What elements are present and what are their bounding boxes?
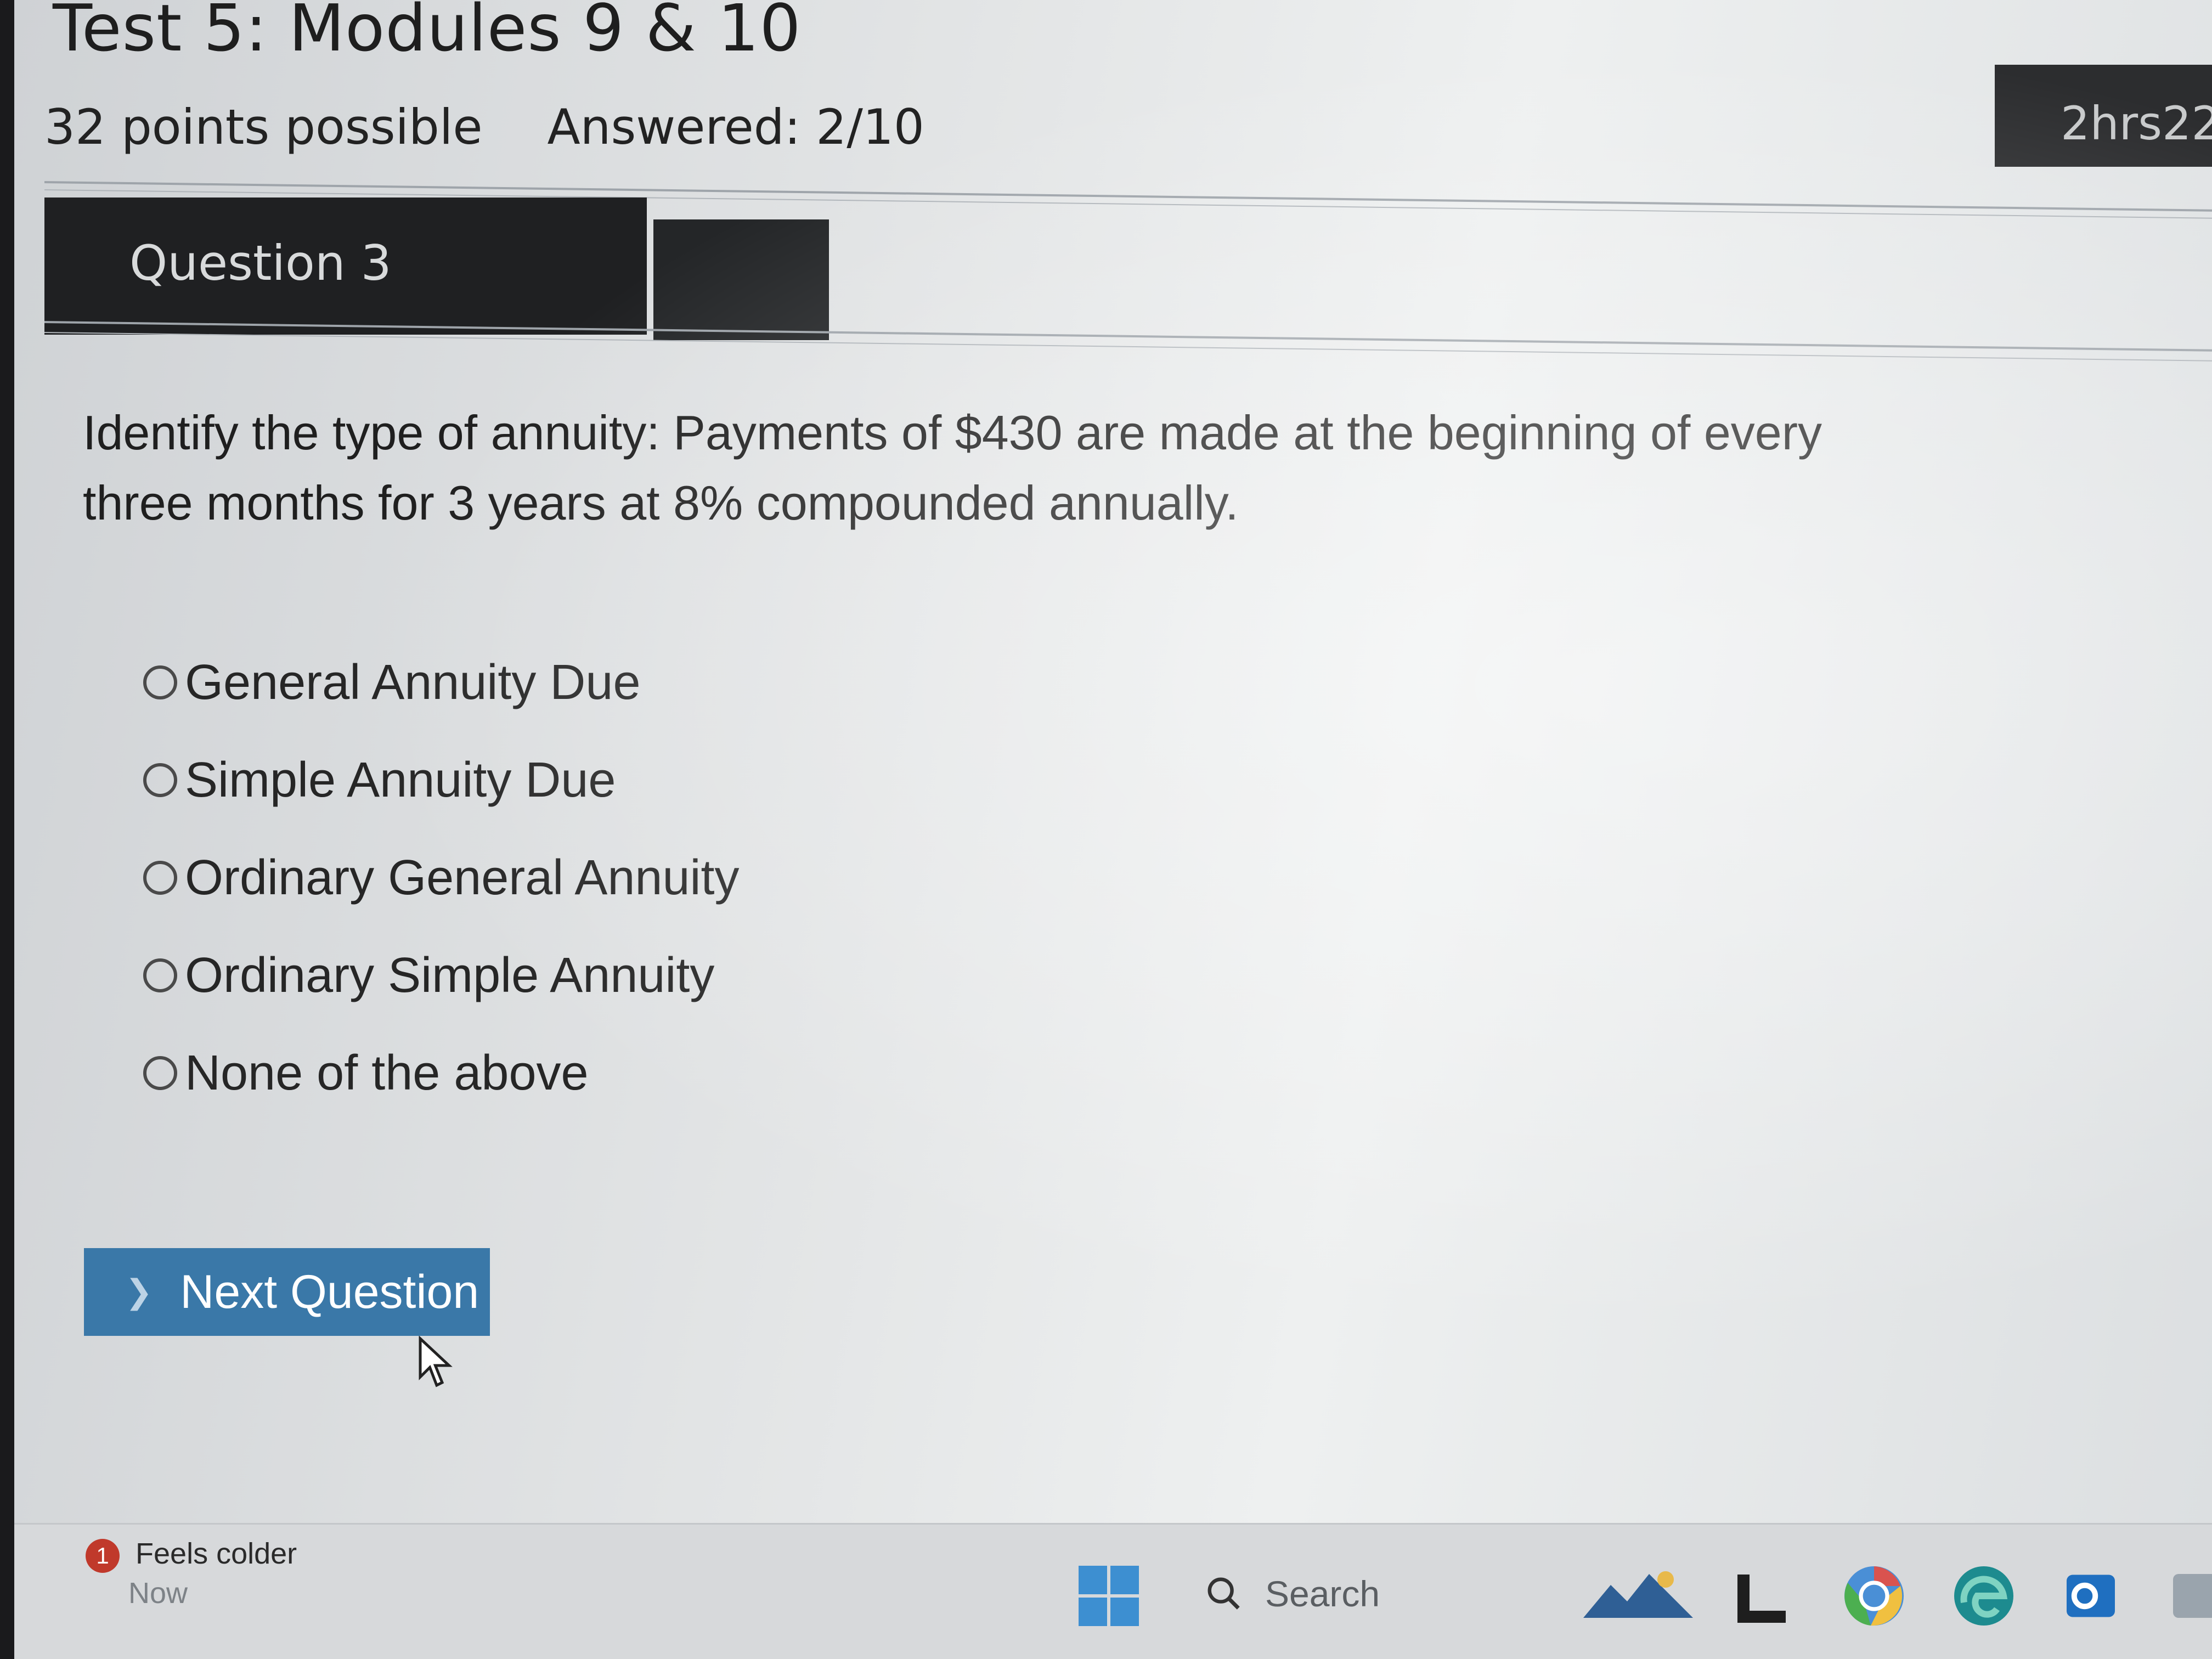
- tab-secondary[interactable]: [653, 219, 829, 340]
- file-explorer-icon[interactable]: [1731, 1568, 1792, 1629]
- option-label: Simple Annuity Due: [185, 752, 616, 808]
- option-label: Ordinary Simple Annuity: [185, 947, 715, 1003]
- test-title: Test 5: Modules 9 & 10: [53, 0, 802, 66]
- mouse-pointer-icon: [419, 1336, 453, 1387]
- landscape-widget-icon[interactable]: [1583, 1563, 1693, 1623]
- app-icon[interactable]: [2170, 1566, 2212, 1626]
- tab-question[interactable]: Question 3: [44, 198, 647, 335]
- radio-button[interactable]: [143, 1056, 177, 1090]
- option-general-annuity-due[interactable]: General Annuity Due: [143, 647, 740, 718]
- option-ordinary-simple-annuity[interactable]: Ordinary Simple Annuity: [143, 940, 740, 1011]
- search-label: Search: [1265, 1573, 1380, 1614]
- test-meta: 32 points possible Answered: 2/10: [44, 99, 974, 155]
- option-none-of-the-above[interactable]: None of the above: [143, 1038, 740, 1108]
- answered-count: Answered: 2/10: [547, 99, 924, 155]
- chrome-icon[interactable]: [1841, 1563, 1907, 1629]
- search-icon: [1207, 1577, 1240, 1610]
- chevron-right-icon: ❯: [125, 1273, 153, 1310]
- radio-button[interactable]: [143, 861, 177, 895]
- points-possible: 32 points possible: [44, 99, 483, 155]
- radio-button[interactable]: [143, 958, 177, 992]
- weather-subtitle: Now: [128, 1576, 188, 1610]
- weather-widget[interactable]: 1 Feels colder Now: [86, 1537, 297, 1610]
- timer-display: 2hrs22m: [1995, 65, 2212, 167]
- taskbar-search[interactable]: Search: [1205, 1573, 1380, 1615]
- radio-button[interactable]: [143, 763, 177, 797]
- option-ordinary-general-annuity[interactable]: Ordinary General Annuity: [143, 843, 740, 913]
- screen: Test 5: Modules 9 & 10 32 points possibl…: [14, 0, 2212, 1523]
- answer-options: General Annuity Due Simple Annuity Due O…: [143, 647, 740, 1136]
- question-text: Identify the type of annuity: Payments o…: [83, 405, 1822, 530]
- option-simple-annuity-due[interactable]: Simple Annuity Due: [143, 745, 740, 815]
- next-question-label: Next Question: [180, 1265, 479, 1318]
- radio-button[interactable]: [143, 665, 177, 699]
- taskbar: 1 Feels colder Now Search: [14, 1523, 2212, 1659]
- windows-start-icon[interactable]: [1079, 1566, 1139, 1626]
- option-label: None of the above: [185, 1045, 589, 1101]
- outlook-icon[interactable]: [2061, 1566, 2121, 1626]
- edge-icon[interactable]: [1951, 1563, 2017, 1629]
- notification-badge: 1: [86, 1538, 120, 1573]
- option-label: Ordinary General Annuity: [185, 850, 740, 905]
- weather-title: Feels colder: [136, 1537, 297, 1570]
- next-question-button[interactable]: ❯ Next Question: [84, 1248, 490, 1336]
- option-label: General Annuity Due: [185, 654, 641, 710]
